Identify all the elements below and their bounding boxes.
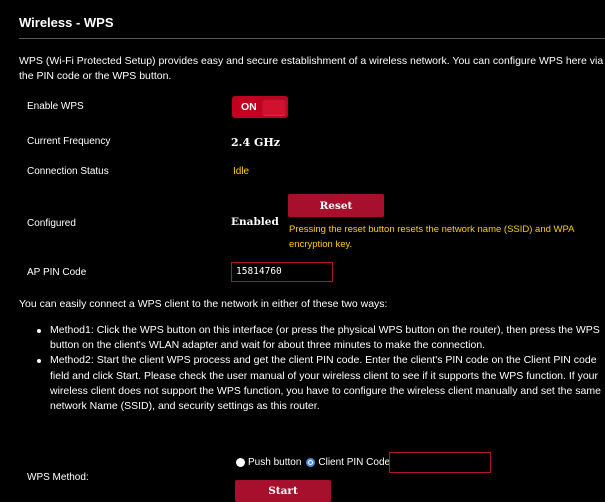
wps-method-label: WPS Method:: [27, 472, 89, 483]
methods-list: Method1: Click the WPS button on this in…: [36, 323, 602, 414]
reset-button[interactable]: Reset: [288, 194, 384, 217]
toggle-knob: [262, 98, 286, 116]
enable-wps-label: Enable WPS: [27, 101, 84, 112]
wps-method-options: Push button Client PIN Code: [236, 457, 390, 468]
ap-pin-field: 15814760: [231, 262, 333, 282]
client-pin-label[interactable]: Client PIN Code: [318, 457, 390, 468]
configured-label: Configured: [27, 218, 76, 229]
connection-status-label: Connection Status: [27, 166, 109, 177]
connection-status-value: Idle: [233, 166, 250, 177]
current-frequency-value: 2.4 GHz: [231, 136, 281, 149]
ap-pin-label: AP PIN Code: [27, 267, 87, 278]
reset-note: Pressing the reset button resets the net…: [289, 224, 574, 250]
method-2-item: Method2: Start the client WPS process an…: [36, 353, 602, 414]
push-button-radio[interactable]: [236, 458, 245, 467]
toggle-on-text: ON: [241, 101, 257, 113]
enable-wps-toggle[interactable]: ON: [232, 96, 288, 118]
push-button-label[interactable]: Push button: [248, 457, 301, 468]
configured-value: Enabled: [231, 216, 279, 228]
start-button[interactable]: Start: [235, 480, 331, 502]
client-pin-input[interactable]: [389, 452, 491, 473]
method-1-item: Method1: Click the WPS button on this in…: [36, 323, 602, 353]
page-title: Wireless - WPS: [19, 15, 114, 30]
methods-intro: You can easily connect a WPS client to t…: [19, 298, 388, 310]
client-pin-radio[interactable]: [306, 458, 316, 467]
current-frequency-label: Current Frequency: [27, 136, 111, 147]
page-intro: WPS (Wi-Fi Protected Setup) provides eas…: [19, 55, 604, 82]
title-divider: [19, 38, 605, 39]
